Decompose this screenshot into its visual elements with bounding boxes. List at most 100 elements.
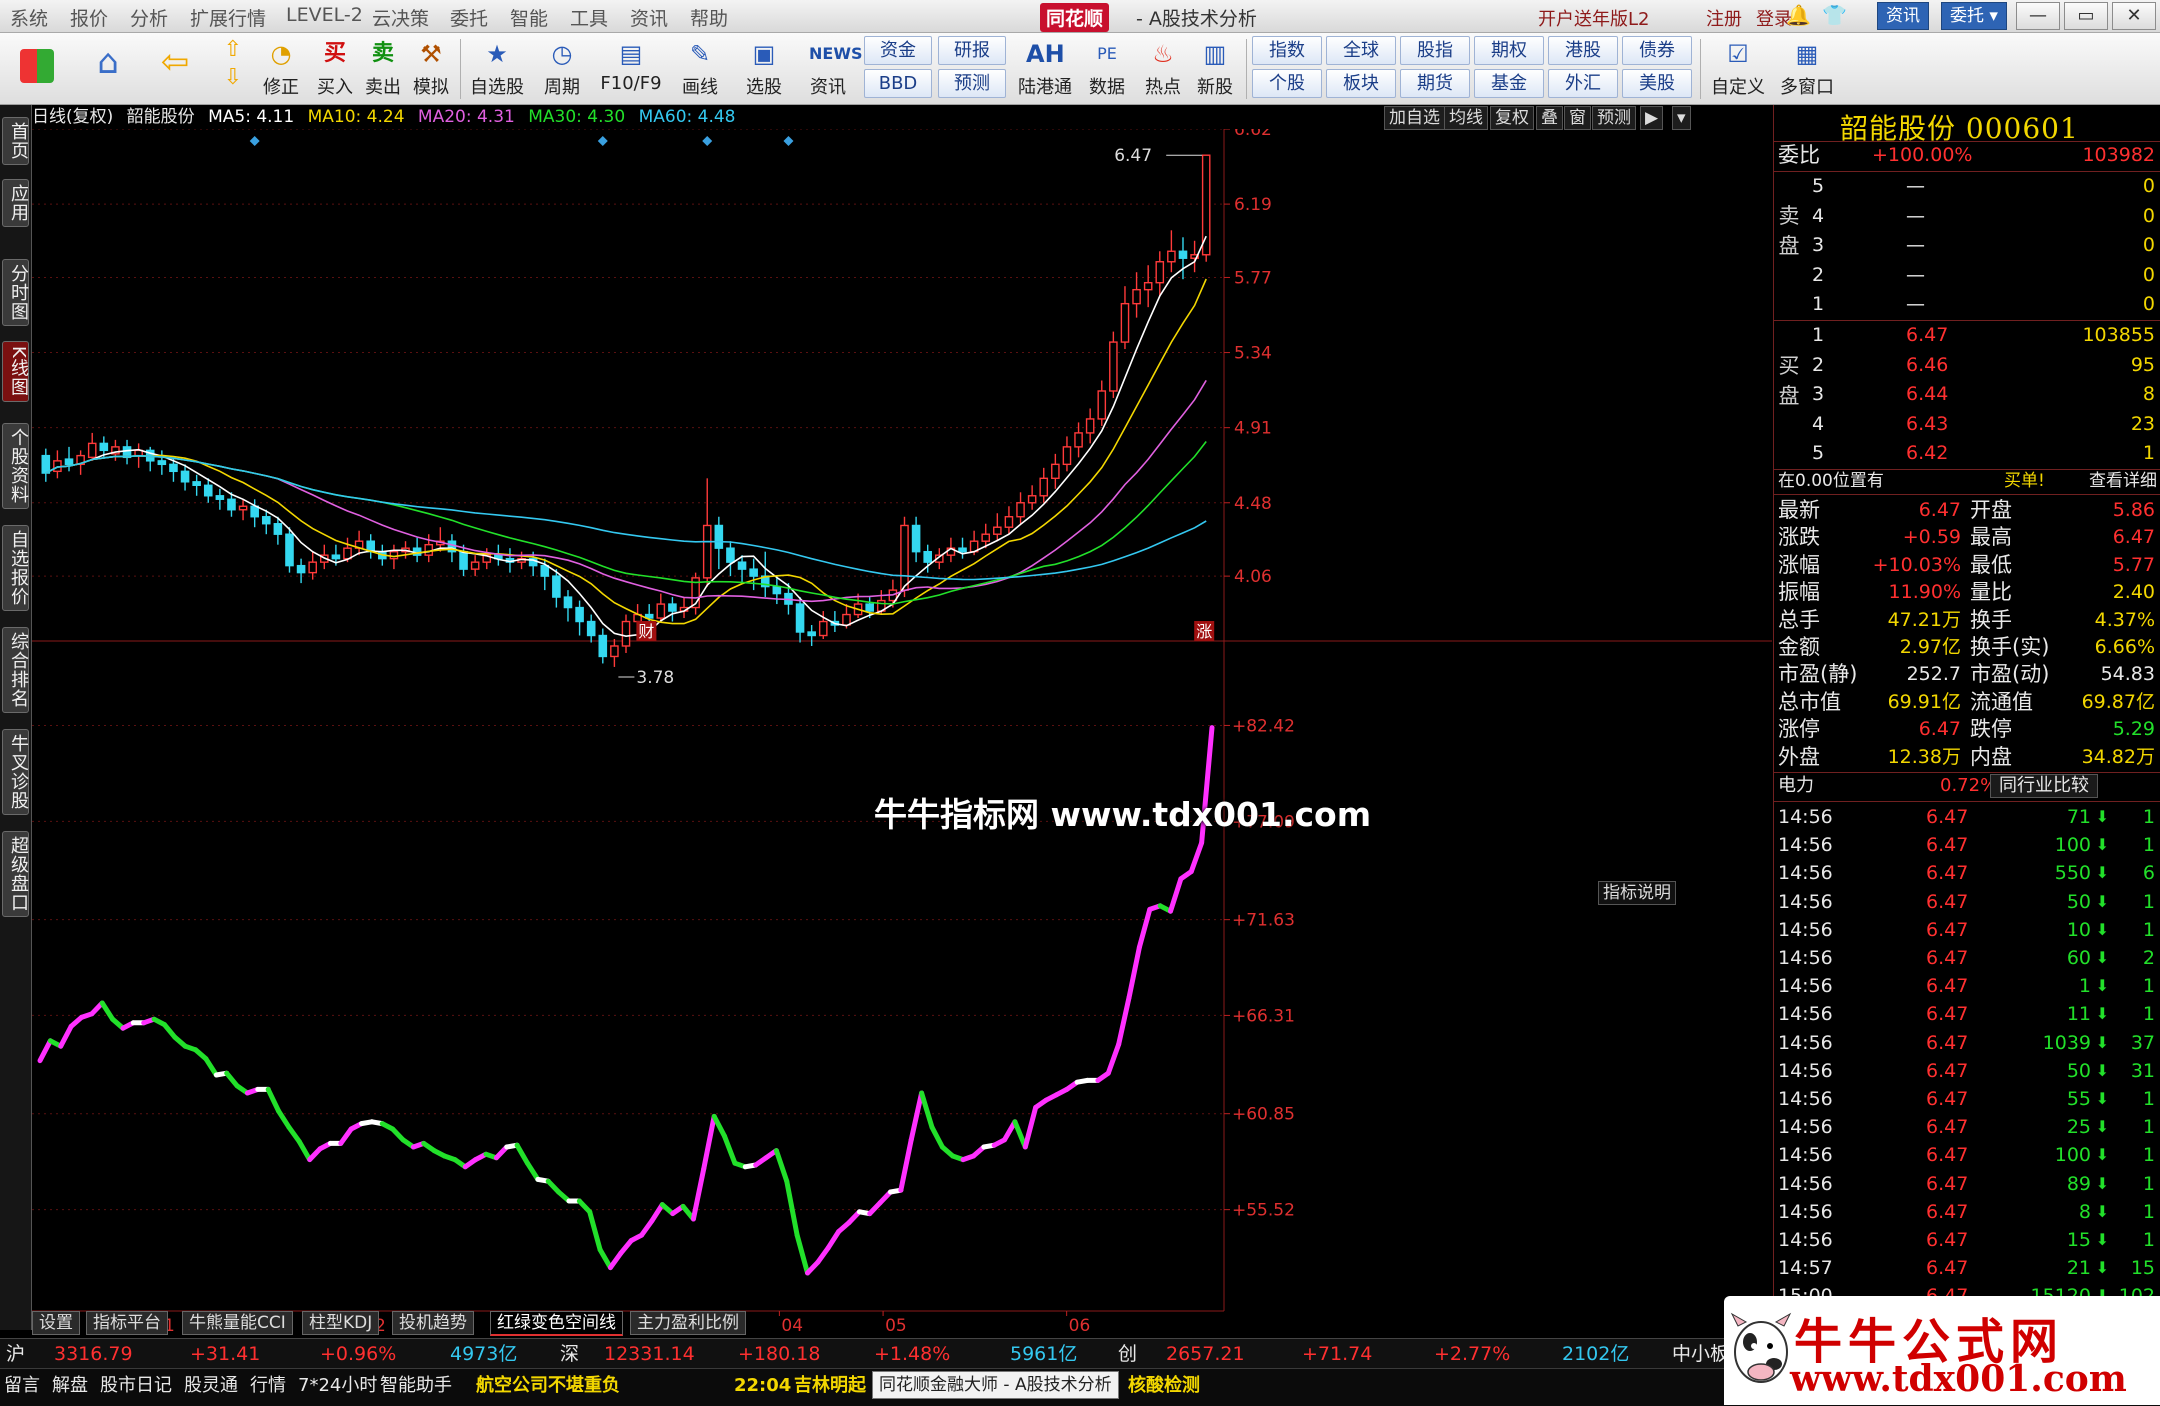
forex-button[interactable]: 外汇 xyxy=(1548,69,1618,98)
index-button[interactable]: 指数 xyxy=(1252,36,1322,65)
menu-ext[interactable]: 扩展行情 xyxy=(190,4,266,31)
hk-connect-button[interactable]: AH 陆港通 xyxy=(1012,35,1078,99)
tab-apps[interactable]: 应用 xyxy=(2,179,29,227)
buy-button[interactable]: 买 买入 xyxy=(310,35,360,99)
stockidx-button[interactable]: 股指 xyxy=(1400,36,1470,65)
add-watchlist-button[interactable]: 加自选 xyxy=(1384,106,1445,130)
tab-profile[interactable]: 个股资料 xyxy=(2,423,29,509)
options-button[interactable]: 期权 xyxy=(1474,36,1544,65)
research-button[interactable]: 研报 xyxy=(938,36,1006,65)
sme-label[interactable]: 中小板 xyxy=(1672,1339,1729,1369)
menu-system[interactable]: 系统 xyxy=(10,4,48,31)
ticker-item-analysis[interactable]: 解盘 xyxy=(52,1369,88,1403)
bond-button[interactable]: 债券 xyxy=(1622,36,1692,65)
promo-link[interactable]: 开户送年版L2 xyxy=(1538,5,1649,31)
color-grid-button[interactable] xyxy=(12,35,62,83)
ad-url[interactable]: www.tdx001.com xyxy=(1790,1358,2127,1400)
menu-level2[interactable]: LEVEL-2 xyxy=(286,4,363,26)
minimize-button[interactable]: — xyxy=(2016,2,2060,30)
ticker-item-247[interactable]: 7*24小时 xyxy=(298,1369,377,1403)
more-chevron-icon[interactable]: ▾ xyxy=(1672,106,1691,130)
window-button[interactable]: 窗 xyxy=(1564,106,1591,130)
tab-kdj[interactable]: 柱型KDJ xyxy=(302,1311,380,1335)
usstock-button[interactable]: 美股 xyxy=(1622,69,1692,98)
news-tool-button[interactable]: NEWS 资讯 xyxy=(800,35,863,99)
cy-label[interactable]: 创 xyxy=(1118,1339,1137,1369)
menu-tools[interactable]: 工具 xyxy=(570,4,608,31)
menu-trade[interactable]: 委托 xyxy=(450,4,488,31)
bbd-button[interactable]: BBD xyxy=(864,69,932,98)
ticker-item-market[interactable]: 行情 xyxy=(250,1369,286,1403)
trade-dropdown[interactable]: 委托 ▾ xyxy=(1941,2,2007,30)
industry-compare-button[interactable]: 同行业比较 xyxy=(1990,774,2098,798)
fundmkt-button[interactable]: 基金 xyxy=(1474,69,1544,98)
back-button[interactable]: ⇦ xyxy=(148,35,202,79)
sell-button[interactable]: 卖 卖出 xyxy=(358,35,408,99)
menu-info[interactable]: 资讯 xyxy=(630,4,668,31)
ma-button[interactable]: 均线 xyxy=(1444,106,1488,130)
f10-button[interactable]: ▤ F10/F9 xyxy=(596,35,666,94)
news-headline-3[interactable]: 核酸检测 xyxy=(1128,1369,1200,1403)
menu-help[interactable]: 帮助 xyxy=(690,4,728,31)
down-arrow-icon: ⬇ xyxy=(2095,1145,2109,1165)
shirt-icon[interactable]: 👕 xyxy=(1822,3,1847,27)
predict-button[interactable]: 预测 xyxy=(1592,106,1636,130)
tab-redgreen-line[interactable]: 红绿变色空间线 xyxy=(490,1311,623,1336)
menu-smart[interactable]: 智能 xyxy=(510,4,548,31)
watchlist-button[interactable]: ★ 自选股 xyxy=(466,35,528,99)
fund-button[interactable]: 资金 xyxy=(864,36,932,65)
tab-intraday[interactable]: 分时图 xyxy=(2,259,29,326)
ticker-item-message[interactable]: 留言 xyxy=(4,1369,40,1403)
stock-button[interactable]: 个股 xyxy=(1252,69,1322,98)
draw-button[interactable]: ✎ 画线 xyxy=(670,35,730,99)
menu-quote[interactable]: 报价 xyxy=(70,4,108,31)
sell-label: 卖出 xyxy=(365,77,401,98)
tab-cci[interactable]: 牛熊量能CCI xyxy=(182,1311,293,1335)
bell-icon[interactable]: 🔔 xyxy=(1786,3,1811,27)
custom-button[interactable]: ☑ 自定义 xyxy=(1706,35,1770,99)
menu-analysis[interactable]: 分析 xyxy=(130,4,168,31)
sz-label[interactable]: 深 xyxy=(560,1339,579,1369)
updown-button[interactable]: ⇧ ⇩ xyxy=(218,35,248,91)
tab-superdepth[interactable]: 超级盘口 xyxy=(2,831,29,917)
period-button[interactable]: ◷ 周期 xyxy=(532,35,592,99)
tab-home[interactable]: 首页 xyxy=(2,117,29,165)
screener-button[interactable]: ▣ 选股 xyxy=(734,35,794,99)
sh-label[interactable]: 沪 xyxy=(6,1339,25,1369)
indicator-explain-button[interactable]: 指标说明 xyxy=(1598,881,1676,905)
register-link[interactable]: 注册 xyxy=(1706,5,1742,31)
ticker-item-stockconnect[interactable]: 股灵通 xyxy=(184,1369,238,1403)
home-button[interactable]: ⌂ xyxy=(78,35,138,79)
tab-speculation[interactable]: 投机趋势 xyxy=(392,1311,474,1335)
tab-indicator-platform[interactable]: 指标平台 xyxy=(86,1311,168,1335)
tab-ranking[interactable]: 综合排名 xyxy=(2,627,29,713)
play-icon[interactable]: ▶ xyxy=(1640,106,1664,130)
ticker-item-assistant[interactable]: 智能助手 xyxy=(380,1369,452,1403)
tab-watchlist[interactable]: 自选报价 xyxy=(2,525,29,611)
news-button[interactable]: 资讯 xyxy=(1877,2,1929,30)
hkstock-button[interactable]: 港股 xyxy=(1548,36,1618,65)
adjust-button[interactable]: 复权 xyxy=(1490,106,1534,130)
tab-profit-ratio[interactable]: 主力盈利比例 xyxy=(630,1311,746,1335)
ticker-item-diary[interactable]: 股市日记 xyxy=(100,1369,172,1403)
close-button[interactable]: ✕ xyxy=(2112,2,2156,30)
overlay-button[interactable]: 叠 xyxy=(1536,106,1563,130)
multiwindow-button[interactable]: ▦ 多窗口 xyxy=(1772,35,1842,99)
ipo-button[interactable]: ▥ 新股 xyxy=(1190,35,1240,99)
detail-link[interactable]: 查看详细 xyxy=(2089,469,2157,493)
news-headline-1[interactable]: 航空公司不堪重负 xyxy=(476,1369,620,1403)
forecast-button[interactable]: 预测 xyxy=(938,69,1006,98)
simulate-button[interactable]: ⚒ 模拟 xyxy=(406,35,456,99)
tab-diagnose[interactable]: 牛叉诊股 xyxy=(2,729,29,815)
sector-button[interactable]: 板块 xyxy=(1326,69,1396,98)
tab-settings[interactable]: 设置 xyxy=(32,1311,80,1335)
restore-button[interactable]: ▭ xyxy=(2064,2,2108,30)
fix-button[interactable]: ◔ 修正 xyxy=(256,35,306,99)
menu-cloud[interactable]: 云决策 xyxy=(372,4,429,31)
tab-kline[interactable]: K线图 xyxy=(2,341,29,402)
data-button[interactable]: PE 数据 xyxy=(1082,35,1132,99)
global-button[interactable]: 全球 xyxy=(1326,36,1396,65)
futures-button[interactable]: 期货 xyxy=(1400,69,1470,98)
hot-button[interactable]: ♨ 热点 xyxy=(1138,35,1188,99)
news-headline-2[interactable]: 吉林明起 xyxy=(794,1369,866,1403)
